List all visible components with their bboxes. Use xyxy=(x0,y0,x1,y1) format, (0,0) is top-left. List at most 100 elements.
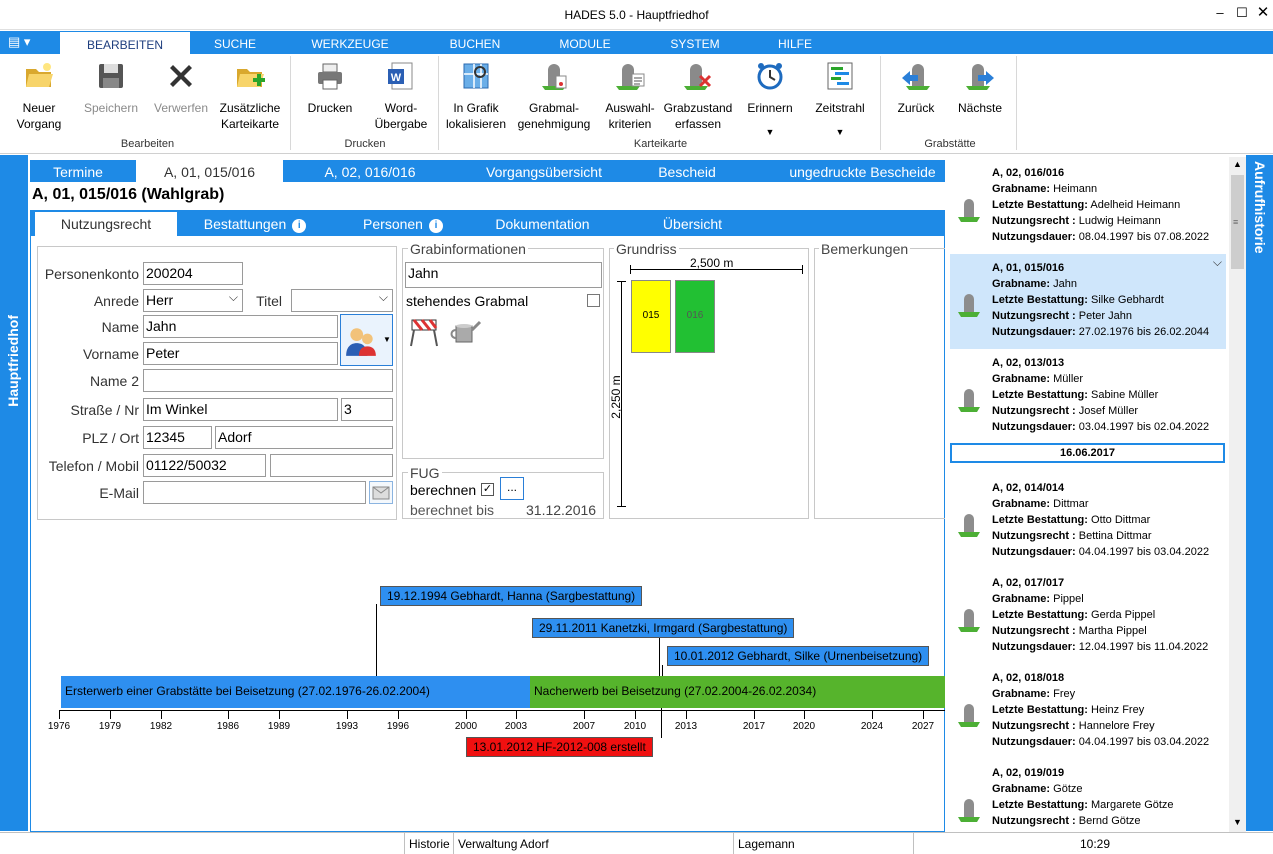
ribbon-tab-suche[interactable]: SUCHE xyxy=(190,35,280,54)
personenkonto-field[interactable]: 200204 xyxy=(143,262,243,285)
tab-bestattungen[interactable]: Bestattungen i xyxy=(195,216,315,233)
ribbon-tab-bar: ▤ ▾ BEARBEITEN SUCHE WERKZEUGE BUCHEN MO… xyxy=(0,31,1273,54)
grabmal-checkbox[interactable] xyxy=(587,294,600,307)
berechnet-bis-label: berechnet bis xyxy=(410,502,495,518)
grabzustand-erfassen-button[interactable]: Grabzustand erfassen xyxy=(662,60,734,132)
tab-vorgangsuebersicht[interactable]: Vorgangsübersicht xyxy=(470,164,618,180)
ribbon-tab-hilfe[interactable]: HILFE xyxy=(750,35,840,54)
ribbon-tab-system[interactable]: SYSTEM xyxy=(650,35,740,54)
ribbon-tab-module[interactable]: MODULE xyxy=(540,35,630,54)
scroll-up-icon[interactable]: ▲ xyxy=(1233,159,1242,169)
app-menu-icon[interactable]: ▤ ▾ xyxy=(8,34,30,50)
tab-grave-current[interactable]: A, 01, 015/016 xyxy=(136,160,283,182)
history-entry[interactable]: A, 01, 015/016 Grabname: Jahn Letzte Besta… xyxy=(950,254,1226,349)
berechnen-checkbox[interactable]: ✓ xyxy=(481,483,494,496)
timeline-event[interactable]: 10.01.2012 Gebhardt, Silke (Urnenbeisetz… xyxy=(667,646,930,666)
verwerfen-button[interactable]: Verwerfen xyxy=(150,60,212,116)
minimize-button[interactable]: – xyxy=(1210,4,1230,22)
vorname-field[interactable]: Peter xyxy=(143,342,338,365)
ribbon-tab-bearbeiten[interactable]: BEARBEITEN xyxy=(60,31,190,54)
history-scrollbar[interactable]: ▲ ≡ ▼ xyxy=(1229,157,1246,832)
in-grafik-lokalisieren-button[interactable]: In Grafik lokalisieren xyxy=(443,60,509,132)
timeline-bar-nacherwerb[interactable]: Nacherwerb bei Beisetzung (27.02.2004-26… xyxy=(530,676,945,708)
grave-cell-015[interactable]: 015 xyxy=(631,280,671,353)
construction-barrier-icon[interactable] xyxy=(408,314,440,348)
fug-details-button[interactable]: ... xyxy=(500,477,524,500)
ribbon-tab-buchen[interactable]: BUCHEN xyxy=(430,35,520,54)
history-entry[interactable]: A, 02, 018/018 Grabname: Frey Letzte Besta… xyxy=(950,664,1226,759)
tab-dokumentation[interactable]: Dokumentation xyxy=(485,216,600,232)
ribbon-tab-werkzeuge[interactable]: WERKZEUGE xyxy=(295,35,405,54)
tab-personen[interactable]: Personen i xyxy=(353,216,453,233)
timeline-event-created[interactable]: 13.01.2012 HF-2012-008 erstellt xyxy=(466,737,653,757)
neuer-vorgang-button[interactable]: Neuer Vorgang xyxy=(8,60,70,132)
bemerkungen-panel[interactable] xyxy=(814,248,945,519)
tab-nutzungsrecht[interactable]: Nutzungsrecht xyxy=(35,212,177,236)
timeline-year-label: 2017 xyxy=(742,721,766,732)
telefon-field[interactable]: 01122/50032 xyxy=(143,454,266,477)
history-entry[interactable]: A, 02, 014/014 Grabname: Dittmar Letzte Be… xyxy=(950,474,1226,569)
mobil-field[interactable] xyxy=(270,454,393,477)
tab-grave-other[interactable]: A, 02, 016/016 xyxy=(300,164,440,180)
email-label: E-Mail xyxy=(99,485,139,501)
speichern-button[interactable]: Speichern xyxy=(80,60,142,116)
tab-uebersicht[interactable]: Übersicht xyxy=(655,216,730,232)
tab-ungedruckte-bescheide[interactable]: ungedruckte Bescheide xyxy=(775,164,950,180)
timeline-tick xyxy=(584,711,585,719)
auswahlkriterien-button[interactable]: Auswahl- kriterien xyxy=(600,60,660,132)
watering-can-icon[interactable] xyxy=(446,314,482,348)
tab-termine[interactable]: Termine xyxy=(30,164,126,180)
bemerkungen-label: Bemerkungen xyxy=(819,241,911,257)
name-field[interactable]: Jahn xyxy=(143,315,338,338)
close-button[interactable]: ✕ xyxy=(1253,4,1273,22)
tab-bescheid[interactable]: Bescheid xyxy=(642,164,732,180)
name-label: Name xyxy=(101,319,139,335)
send-email-button[interactable] xyxy=(369,481,393,504)
history-entry[interactable]: A, 02, 016/016 Grabname: Heimann Letzte Be… xyxy=(950,159,1226,254)
titel-select[interactable] xyxy=(291,289,393,312)
history-entry[interactable]: A, 02, 019/019 Grabname: Götze Letzte Best… xyxy=(950,759,1226,832)
timeline-event[interactable]: 29.11.2011 Kanetzki, Irmgard (Sargbestat… xyxy=(532,618,795,638)
naechste-button[interactable]: Nächste xyxy=(950,60,1010,116)
zeitstrahl-button[interactable]: Zeitstrahl ▼ xyxy=(810,60,870,140)
history-letzte: Letzte Bestattung: Silke Gebhardt xyxy=(992,294,1164,306)
timeline-axis xyxy=(59,710,945,711)
drucken-button[interactable]: Drucken xyxy=(300,60,360,116)
anrede-select[interactable]: Herr xyxy=(143,289,243,312)
name2-field[interactable] xyxy=(143,369,393,392)
gravestone-icon xyxy=(958,799,980,822)
history-entry-title: A, 02, 014/014 xyxy=(992,482,1065,494)
grabmalgenehmigung-button[interactable]: Grabmal- genehmigung xyxy=(514,60,594,132)
timeline-event[interactable]: 19.12.1994 Gebhardt, Hanna (Sargbestattu… xyxy=(380,586,643,606)
hausnummer-field[interactable]: 3 xyxy=(341,398,393,421)
zurueck-button[interactable]: Zurück xyxy=(886,60,946,116)
word-uebergabe-button[interactable]: W Word- Übergabe xyxy=(370,60,432,132)
event-connector xyxy=(659,637,660,677)
grabinfo-name-field[interactable]: Jahn xyxy=(405,262,602,288)
timeline-tick xyxy=(516,711,517,719)
maximize-button[interactable]: ☐ xyxy=(1232,4,1252,22)
scroll-down-icon[interactable]: ▼ xyxy=(1233,817,1242,827)
history-grabname: Grabname: Pippel xyxy=(992,593,1084,605)
plz-field[interactable]: 12345 xyxy=(143,426,212,449)
strasse-field[interactable]: Im Winkel xyxy=(143,398,338,421)
main-tab-bar: Termine A, 01, 015/016 A, 02, 016/016 Vo… xyxy=(30,160,945,182)
person-picker-button[interactable]: ▼ xyxy=(340,314,393,366)
timeline-tick xyxy=(686,711,687,719)
status-verwaltung: Verwaltung Adorf xyxy=(458,837,549,851)
anrede-label: Anrede xyxy=(93,293,139,309)
history-entry[interactable]: A, 02, 013/013 Grabname: Müller Letzte Bes… xyxy=(950,349,1226,444)
zusaetzliche-karteikarte-button[interactable]: Zusätzliche Karteikarte xyxy=(216,60,284,132)
history-grabname: Grabname: Dittmar xyxy=(992,498,1089,510)
erinnern-button[interactable]: Erinnern ▼ xyxy=(740,60,800,140)
sidebar-aufrufhistorie[interactable]: Aufrufhistorie xyxy=(1246,155,1273,831)
history-entry-title: A, 02, 018/018 xyxy=(992,672,1065,684)
sidebar-hauptfriedhof[interactable]: Hauptfriedhof xyxy=(0,155,28,831)
history-entry[interactable]: A, 02, 017/017 Grabname: Pippel Letzte Bes… xyxy=(950,569,1226,664)
ort-field[interactable]: Adorf xyxy=(215,426,393,449)
timeline-bar-ersterwerb[interactable]: Ersterwerb einer Grabstätte bei Beisetzu… xyxy=(61,676,530,708)
email-field[interactable] xyxy=(143,481,366,504)
ribbon: Neuer Vorgang Speichern Verwerfen Zusätz… xyxy=(0,54,1273,154)
timeline-tick xyxy=(872,711,873,719)
grave-cell-016[interactable]: 016 xyxy=(675,280,715,353)
